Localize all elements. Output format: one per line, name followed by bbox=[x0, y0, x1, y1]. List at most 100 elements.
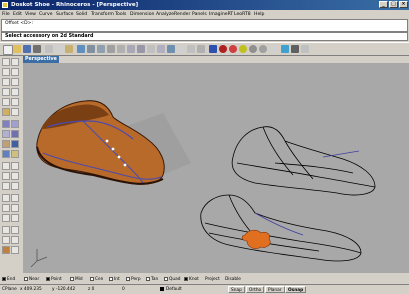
menu-view[interactable]: View bbox=[25, 10, 36, 19]
fillet-icon[interactable] bbox=[2, 162, 10, 170]
osnap-project[interactable]: Project bbox=[205, 276, 220, 283]
help-icon[interactable] bbox=[301, 45, 309, 53]
new-file-icon[interactable] bbox=[3, 45, 13, 55]
osnap-checkbox[interactable] bbox=[126, 276, 130, 281]
menu-help[interactable]: Help bbox=[254, 10, 264, 19]
menu-imaginert[interactable]: ImagineRT bbox=[209, 10, 233, 19]
viewport-layout-icon[interactable] bbox=[147, 45, 155, 53]
join-icon[interactable] bbox=[11, 172, 19, 180]
osnap-near[interactable]: Near bbox=[24, 276, 39, 283]
menu-render[interactable]: Render bbox=[174, 10, 190, 19]
explode-icon[interactable] bbox=[2, 182, 10, 190]
undo-icon[interactable] bbox=[77, 45, 85, 53]
render-icon[interactable] bbox=[219, 45, 227, 53]
select-all-icon[interactable] bbox=[177, 45, 185, 53]
menu-file[interactable]: File bbox=[2, 10, 10, 19]
polygon-icon[interactable] bbox=[2, 108, 10, 116]
line-icon[interactable] bbox=[2, 68, 10, 76]
select-arrow-icon[interactable] bbox=[2, 58, 10, 66]
command-prompt[interactable]: Select accessory on 2d Standard bbox=[1, 32, 408, 41]
analyze-icon[interactable] bbox=[2, 236, 10, 244]
zoom-selected-icon[interactable] bbox=[137, 45, 145, 53]
menu-tools[interactable]: Tools bbox=[115, 10, 126, 19]
snap-toggle[interactable]: Snap bbox=[228, 286, 245, 293]
layer-icon[interactable] bbox=[209, 45, 217, 53]
zoom-extents-icon[interactable] bbox=[127, 45, 135, 53]
osnap-checkbox[interactable] bbox=[2, 276, 6, 281]
save-icon[interactable] bbox=[23, 45, 31, 53]
shade-icon[interactable] bbox=[249, 45, 257, 53]
ghosted-icon[interactable] bbox=[269, 45, 277, 53]
rectangle-icon[interactable] bbox=[11, 98, 19, 106]
ortho-toggle[interactable]: Ortho bbox=[246, 286, 265, 293]
point-icon[interactable] bbox=[11, 58, 19, 66]
osnap-checkbox[interactable] bbox=[24, 276, 28, 281]
ellipse-icon[interactable] bbox=[2, 98, 10, 106]
zoom-icon[interactable] bbox=[107, 45, 115, 53]
perspective-viewport[interactable] bbox=[23, 63, 409, 273]
copy-transform-icon[interactable] bbox=[11, 194, 19, 202]
split-icon[interactable] bbox=[2, 172, 10, 180]
arc-icon[interactable] bbox=[11, 88, 19, 96]
wireframe-icon[interactable] bbox=[259, 45, 267, 53]
freeform-curve-icon[interactable] bbox=[11, 78, 19, 86]
layout-icon[interactable] bbox=[11, 246, 19, 254]
menu-edit[interactable]: Edit bbox=[13, 10, 22, 19]
osnap-checkbox[interactable] bbox=[109, 276, 113, 281]
solid-box-icon[interactable] bbox=[2, 140, 10, 148]
boolean-icon[interactable] bbox=[11, 150, 19, 158]
menu-panels[interactable]: Panels bbox=[192, 10, 207, 19]
extrude-icon[interactable] bbox=[11, 120, 19, 128]
osnap-point[interactable]: Point bbox=[46, 276, 62, 283]
hatch-icon[interactable] bbox=[11, 236, 19, 244]
sweep-icon[interactable] bbox=[11, 130, 19, 138]
loft-icon[interactable] bbox=[2, 130, 10, 138]
viewport-tab-perspective[interactable]: Perspective bbox=[23, 56, 59, 63]
copy-icon[interactable] bbox=[55, 45, 63, 53]
minimize-button[interactable]: _ bbox=[379, 1, 388, 8]
paste-icon[interactable] bbox=[65, 45, 73, 53]
menu-curve[interactable]: Curve bbox=[39, 10, 53, 19]
dimension-icon[interactable] bbox=[11, 226, 19, 234]
curve-tools-icon[interactable] bbox=[11, 108, 19, 116]
osnap-tan[interactable]: Tan bbox=[146, 276, 158, 283]
scale-icon[interactable] bbox=[11, 204, 19, 212]
offset-icon[interactable] bbox=[11, 182, 19, 190]
osnap-checkbox[interactable] bbox=[70, 276, 74, 281]
print-icon[interactable] bbox=[33, 45, 41, 53]
light-icon[interactable] bbox=[239, 45, 247, 53]
osnap-perp[interactable]: Perp bbox=[126, 276, 141, 283]
close-button[interactable]: × bbox=[399, 1, 408, 8]
mirror-icon[interactable] bbox=[2, 214, 10, 222]
osnap-cen[interactable]: Cen bbox=[90, 276, 103, 283]
properties-icon[interactable] bbox=[281, 45, 289, 53]
menu-surface[interactable]: Surface bbox=[56, 10, 74, 19]
surface-icon[interactable] bbox=[2, 120, 10, 128]
maximize-button[interactable]: □ bbox=[389, 1, 398, 8]
osnap-checkbox[interactable] bbox=[46, 276, 50, 281]
hide-icon[interactable] bbox=[187, 45, 195, 53]
osnap-quad[interactable]: Quad bbox=[164, 276, 180, 283]
pan-icon[interactable] bbox=[87, 45, 95, 53]
trim-icon[interactable] bbox=[11, 162, 19, 170]
osnap-checkbox[interactable] bbox=[146, 276, 150, 281]
rotate-icon[interactable] bbox=[2, 204, 10, 212]
curve-icon[interactable] bbox=[2, 78, 10, 86]
osnap-checkbox[interactable] bbox=[90, 276, 94, 281]
menu-leort8[interactable]: LeoRT8 bbox=[234, 10, 251, 19]
osnap-disable[interactable]: Disable bbox=[225, 276, 241, 283]
osnap-knot[interactable]: Knot bbox=[184, 276, 199, 283]
menu-solid[interactable]: Solid bbox=[76, 10, 87, 19]
render-tools-icon[interactable] bbox=[2, 246, 10, 254]
grid-icon[interactable] bbox=[167, 45, 175, 53]
menu-analyze[interactable]: Analyze bbox=[156, 10, 174, 19]
polyline-icon[interactable] bbox=[11, 68, 19, 76]
options-icon[interactable] bbox=[291, 45, 299, 53]
show-icon[interactable] bbox=[197, 45, 205, 53]
zoom-window-icon[interactable] bbox=[117, 45, 125, 53]
four-view-icon[interactable] bbox=[157, 45, 165, 53]
planar-toggle[interactable]: Planar bbox=[265, 286, 285, 293]
array-icon[interactable] bbox=[11, 214, 19, 222]
mesh-icon[interactable] bbox=[2, 150, 10, 158]
osnap-end[interactable]: End bbox=[2, 276, 15, 283]
